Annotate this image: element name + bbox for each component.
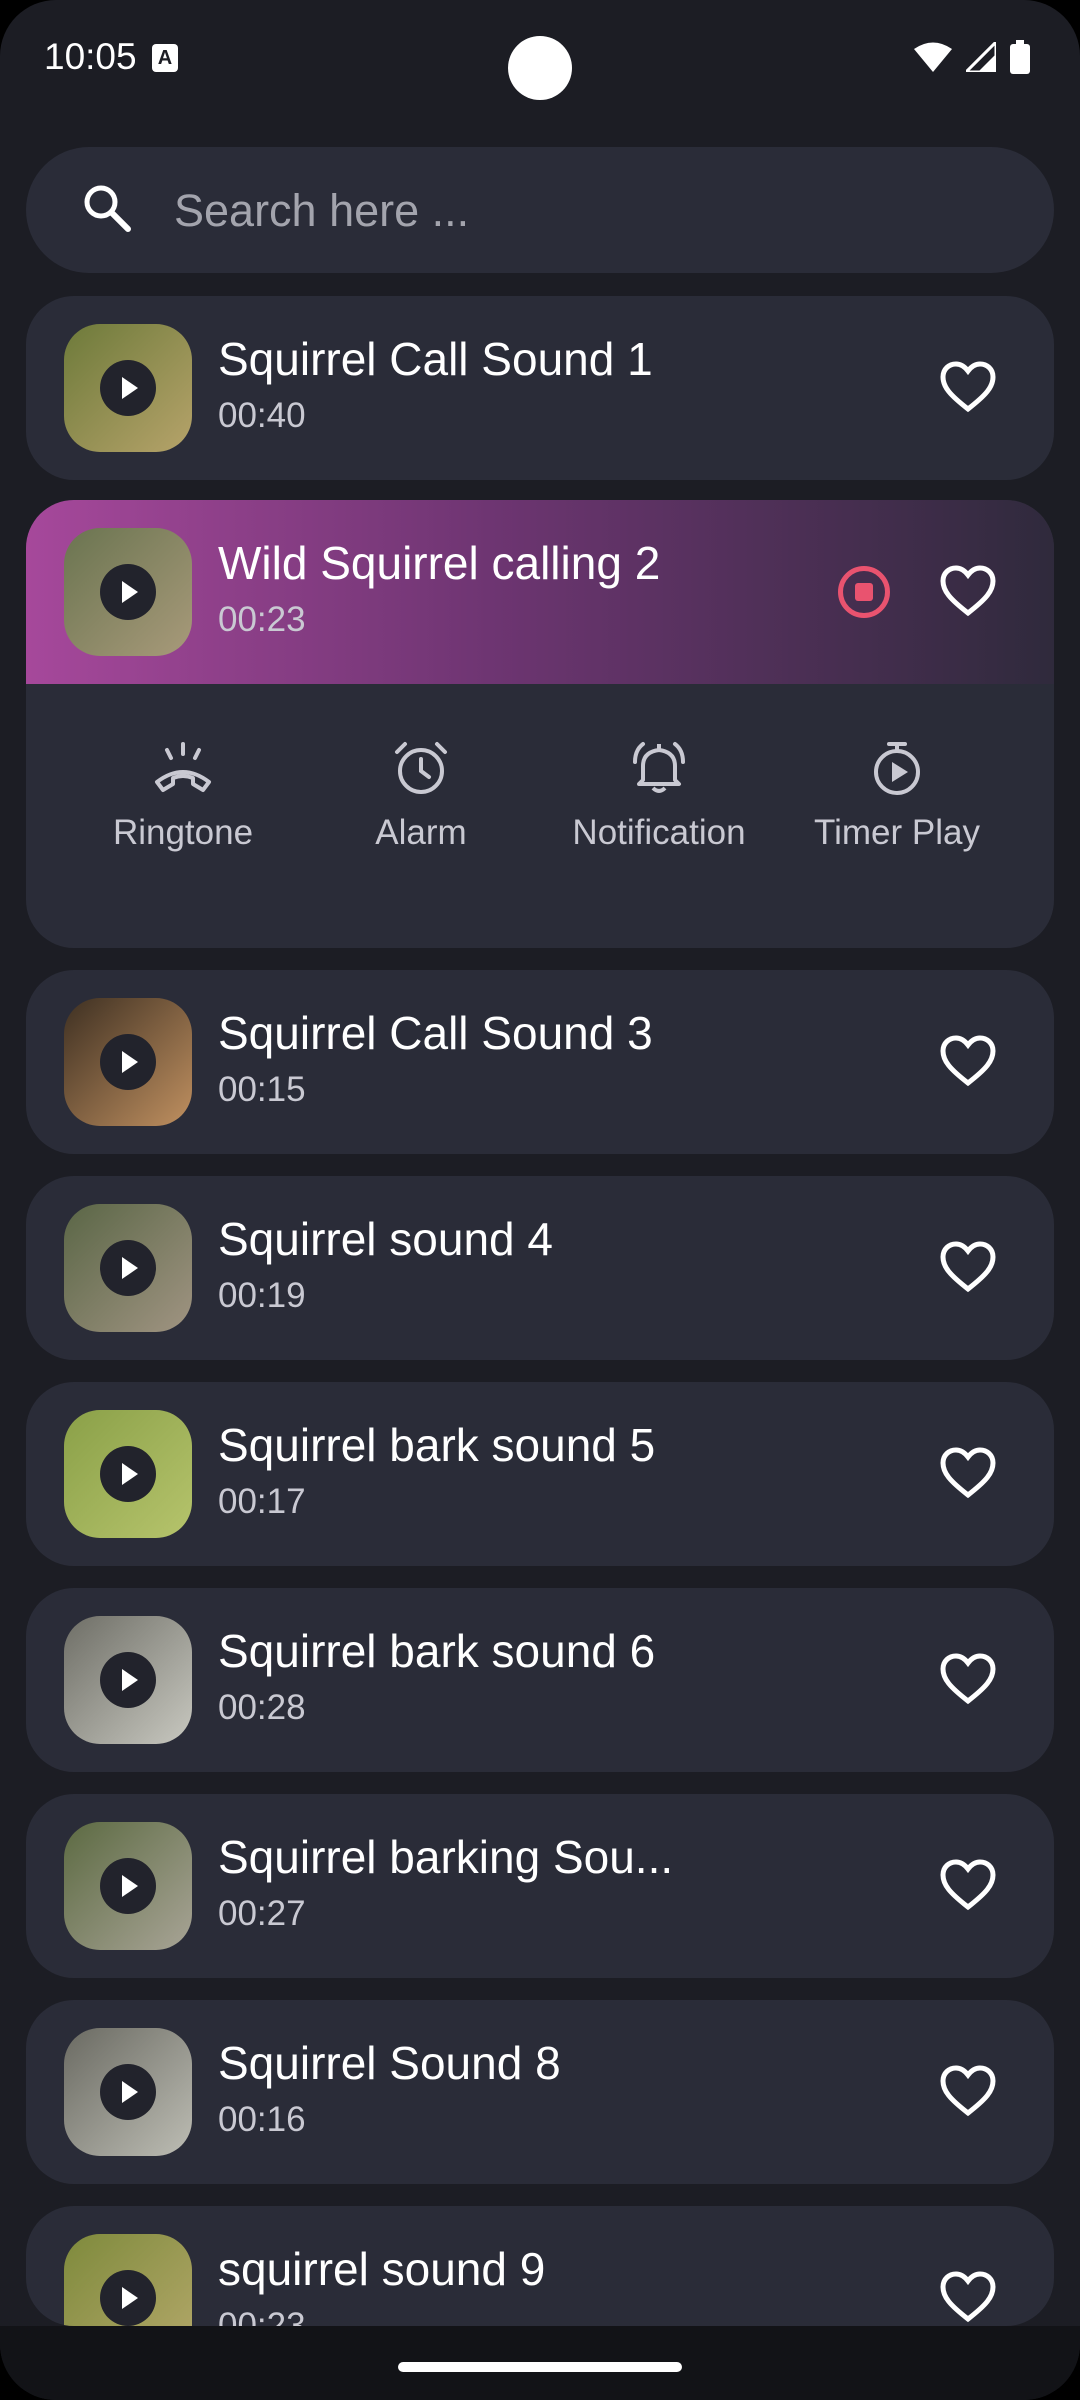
stop-icon[interactable] <box>838 566 890 618</box>
play-icon[interactable] <box>100 1446 156 1502</box>
sound-item[interactable]: Squirrel bark sound 6 00:28 <box>26 1588 1054 1772</box>
sound-thumbnail[interactable] <box>64 1204 192 1332</box>
favorite-heart-icon[interactable] <box>940 2065 996 2117</box>
sound-duration: 00:40 <box>218 396 306 435</box>
set-alarm-button[interactable]: Alarm <box>306 740 536 853</box>
sound-item[interactable]: Squirrel bark sound 5 00:17 <box>26 1382 1054 1566</box>
sound-thumbnail[interactable] <box>64 528 192 656</box>
bell-icon <box>633 742 685 793</box>
sound-duration: 00:19 <box>218 1276 306 1315</box>
set-notification-button[interactable]: Notification <box>544 740 774 853</box>
wifi-icon <box>914 42 952 72</box>
sound-thumbnail[interactable] <box>64 2028 192 2156</box>
action-label: Ringtone <box>112 813 254 852</box>
notification-icon: A <box>152 44 178 72</box>
now-playing-header[interactable]: Wild Squirrel calling 2 00:23 <box>26 500 1054 684</box>
status-bar: 10:05 A <box>0 0 1080 120</box>
sound-duration: 00:15 <box>218 1070 306 1109</box>
play-icon[interactable] <box>100 1652 156 1708</box>
sound-actions: Ringtone Alarm Notification Timer Play <box>26 740 1054 880</box>
favorite-heart-icon[interactable] <box>940 1859 996 1911</box>
cell-signal-icon <box>966 42 996 72</box>
battery-icon <box>1010 40 1030 74</box>
timer-icon <box>874 742 920 795</box>
alarm-clock-icon <box>395 742 447 794</box>
sound-duration: 00:16 <box>218 2100 306 2139</box>
sound-thumbnail[interactable] <box>64 324 192 452</box>
sound-duration: 00:23 <box>218 2306 306 2326</box>
sound-title: Squirrel Call Sound 1 <box>218 333 653 385</box>
play-icon[interactable] <box>100 2064 156 2120</box>
favorite-heart-icon[interactable] <box>940 1241 996 1293</box>
phone-ringing-icon <box>155 742 211 792</box>
play-icon[interactable] <box>100 360 156 416</box>
app-screen: 10:05 A Squirrel Call Sound 1 00:40 Wild… <box>0 0 1080 2400</box>
sound-item[interactable]: Squirrel Sound 8 00:16 <box>26 2000 1054 2184</box>
timer-play-button[interactable]: Timer Play <box>782 740 1012 853</box>
favorite-heart-icon[interactable] <box>940 565 996 617</box>
play-icon[interactable] <box>100 564 156 620</box>
sound-thumbnail[interactable] <box>64 1616 192 1744</box>
sound-title: Wild Squirrel calling 2 <box>218 537 661 589</box>
sound-title: Squirrel Sound 8 <box>218 2037 561 2089</box>
sound-title: Squirrel barking Sou... <box>218 1831 674 1883</box>
sound-duration: 00:27 <box>218 1894 306 1933</box>
status-time: 10:05 <box>44 36 137 77</box>
play-icon[interactable] <box>100 1240 156 1296</box>
sound-thumbnail[interactable] <box>64 1822 192 1950</box>
search-input[interactable] <box>172 170 996 252</box>
status-icons <box>914 40 1030 74</box>
sound-title: Squirrel bark sound 6 <box>218 1625 656 1677</box>
sound-thumbnail[interactable] <box>64 2234 192 2326</box>
sound-title: Squirrel Call Sound 3 <box>218 1007 653 1059</box>
action-label: Notification <box>572 813 746 852</box>
action-label: Timer Play <box>814 813 980 852</box>
camera-cutout <box>508 36 572 100</box>
favorite-heart-icon[interactable] <box>940 361 996 413</box>
favorite-heart-icon[interactable] <box>940 1653 996 1705</box>
sound-duration: 00:28 <box>218 1688 306 1727</box>
search-icon <box>84 185 131 232</box>
sound-title: squirrel sound 9 <box>218 2243 546 2295</box>
sound-item[interactable]: Squirrel Call Sound 1 00:40 <box>26 296 1054 480</box>
sound-thumbnail[interactable] <box>64 1410 192 1538</box>
play-icon[interactable] <box>100 1034 156 1090</box>
sound-item[interactable]: Squirrel sound 4 00:19 <box>26 1176 1054 1360</box>
sound-item[interactable]: squirrel sound 9 00:23 <box>26 2206 1054 2326</box>
play-icon[interactable] <box>100 2270 156 2326</box>
sound-item[interactable]: Squirrel Call Sound 3 00:15 <box>26 970 1054 1154</box>
sound-item-expanded[interactable]: Wild Squirrel calling 2 00:23 Ringtone A… <box>26 500 1054 948</box>
action-label: Alarm <box>375 813 467 852</box>
home-gesture-handle[interactable] <box>398 2362 682 2372</box>
play-icon[interactable] <box>100 1858 156 1914</box>
sound-thumbnail[interactable] <box>64 998 192 1126</box>
favorite-heart-icon[interactable] <box>940 2271 996 2323</box>
favorite-heart-icon[interactable] <box>940 1035 996 1087</box>
favorite-heart-icon[interactable] <box>940 1447 996 1499</box>
sound-duration: 00:23 <box>218 600 306 639</box>
sound-duration: 00:17 <box>218 1482 306 1521</box>
sound-title: Squirrel sound 4 <box>218 1213 553 1265</box>
sound-title: Squirrel bark sound 5 <box>218 1419 656 1471</box>
set-ringtone-button[interactable]: Ringtone <box>68 740 298 853</box>
sound-item[interactable]: Squirrel barking Sou... 00:27 <box>26 1794 1054 1978</box>
